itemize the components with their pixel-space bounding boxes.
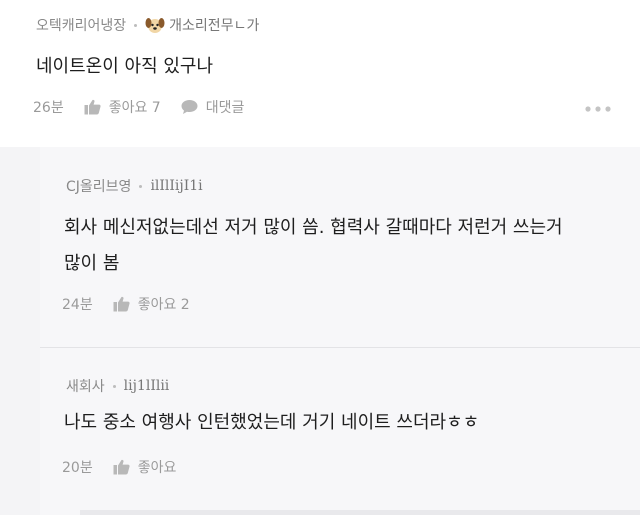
- timestamp: 20분: [62, 460, 93, 476]
- reply-meta: CJ올리브영 ilIlIijI1i: [66, 176, 203, 196]
- like-label: 좋아요 7: [108, 100, 161, 116]
- thumbs-up-icon: [113, 296, 130, 312]
- timestamp: 24분: [62, 297, 93, 313]
- comment-meta: 오텍캐리어냉장 개소리전무ㄴ가: [36, 15, 259, 35]
- comment-actions: 26분 좋아요 7 대댓글: [33, 97, 244, 117]
- thumbs-up-icon: [113, 459, 130, 475]
- timestamp: 26분: [33, 100, 64, 116]
- reply-meta: 새회사 lij1lIlii: [66, 376, 169, 396]
- separator-dot: [134, 23, 138, 27]
- separator-dot: [112, 384, 116, 388]
- comment-card: 오텍캐리어냉장 개소리전무ㄴ가 네이트온이 아직 있구나 26분 좋아요 7 대…: [0, 0, 640, 147]
- nickname-link[interactable]: lij1lIlii: [124, 378, 170, 394]
- reply-button[interactable]: 대댓글: [181, 97, 245, 117]
- like-button[interactable]: 좋아요 2: [113, 294, 190, 314]
- more-dots-icon[interactable]: [584, 105, 612, 113]
- separator-dot: [139, 184, 143, 188]
- thumbs-up-icon: [84, 99, 101, 115]
- nickname-link[interactable]: 개소리전무ㄴ가: [169, 15, 259, 35]
- reply-text-line: 나도 중소 여행사 인턴했었는데 거기 네이트 쓰더라ㅎㅎ: [64, 412, 480, 433]
- like-label: 좋아요 2: [137, 297, 190, 313]
- reply-list: CJ올리브영 ilIlIijI1i 회사 메신저없는데선 저거 많이 씀. 협력…: [0, 147, 640, 515]
- nickname-link[interactable]: ilIlIijI1i: [150, 178, 202, 194]
- speech-bubble-icon: [181, 100, 198, 114]
- reply-actions: 20분 좋아요: [62, 457, 176, 477]
- reply-label: 대댓글: [205, 100, 245, 116]
- reply-actions: 24분 좋아요 2: [62, 294, 190, 314]
- like-label: 좋아요: [137, 460, 177, 476]
- bottom-divider: [80, 510, 640, 515]
- reply-item: CJ올리브영 ilIlIijI1i 회사 메신저없는데선 저거 많이 씀. 협력…: [40, 147, 640, 347]
- reply-text-line: 많이 봄: [64, 253, 120, 274]
- reply-text-line: 회사 메신저없는데선 저거 많이 씀. 협력사 갈때마다 저런거 쓰는거: [64, 217, 563, 238]
- like-button[interactable]: 좋아요: [113, 457, 177, 477]
- company-label: CJ올리브영: [66, 179, 132, 195]
- comment-text: 네이트온이 아직 있구나: [36, 56, 214, 77]
- company-label: 새회사: [66, 379, 105, 395]
- dog-face-icon: [145, 18, 165, 33]
- like-button[interactable]: 좋아요 7: [84, 97, 161, 117]
- company-label: 오텍캐리어냉장: [36, 18, 127, 34]
- reply-item: 새회사 lij1lIlii 나도 중소 여행사 인턴했었는데 거기 네이트 쓰더…: [40, 348, 640, 515]
